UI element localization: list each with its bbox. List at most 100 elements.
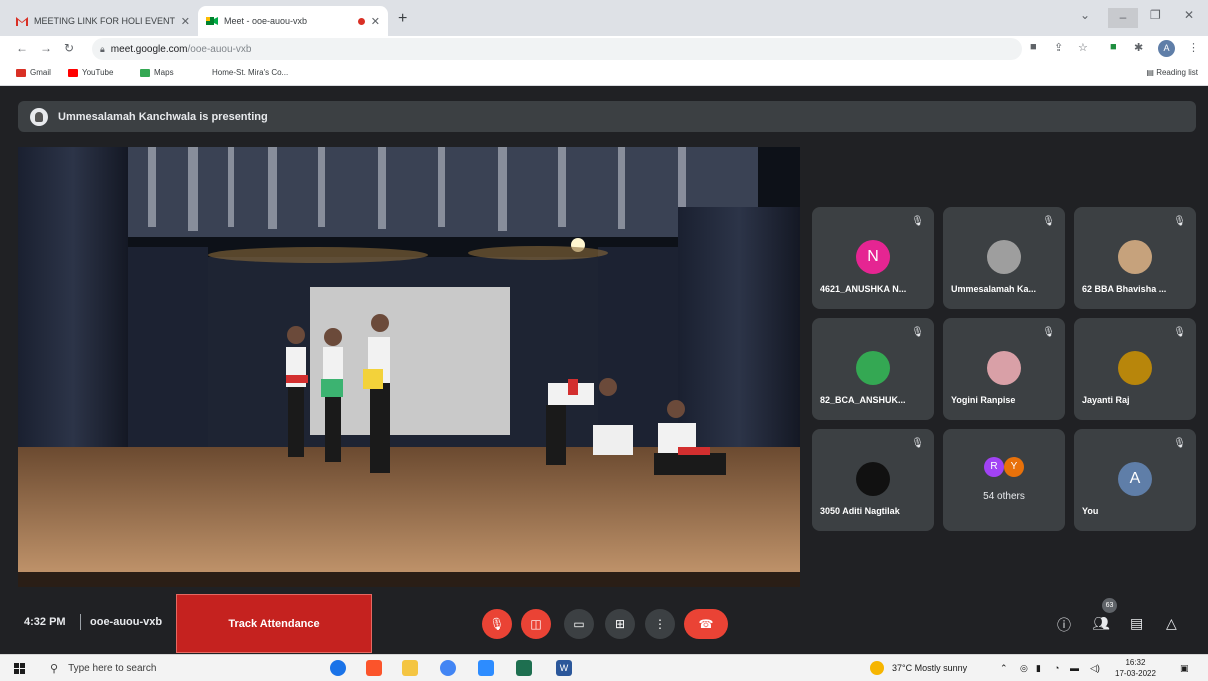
back-button[interactable]: ← (16, 41, 28, 55)
weather-text[interactable]: 37°C Mostly sunny (892, 663, 967, 673)
participant-tile[interactable]: 🎙︎ 3050 Aditi Nagtilak (812, 429, 934, 531)
mic-off-icon: 🎙︎ (1173, 216, 1186, 227)
address-bar[interactable]: 🔒︎ meet.google.com /ooe-auou-vxb (92, 38, 1022, 60)
tab-gmail[interactable]: MEETING LINK FOR HOLI EVENT ✕ (8, 6, 198, 36)
activities-icon[interactable]: △ (1166, 615, 1177, 632)
battery-icon[interactable]: ▬ (1070, 663, 1079, 673)
word-icon[interactable]: W (556, 660, 572, 676)
participant-name: 4621_ANUSHKA N... (820, 284, 907, 294)
tray-app-icon[interactable]: ▮ (1036, 663, 1041, 674)
wifi-icon[interactable]: ◔ (1054, 663, 1059, 673)
taskbar-search[interactable]: ⚲ Type here to search (42, 658, 300, 679)
avatar (856, 462, 890, 496)
close-window-button[interactable]: ✕ (1184, 8, 1194, 22)
bookmark-st-miras[interactable]: Home-St. Mira's Co... (212, 68, 288, 77)
clock-time: 16:32 (1125, 658, 1146, 667)
file-explorer-icon[interactable] (402, 660, 418, 676)
search-placeholder: Type here to search (68, 663, 157, 674)
meeting-code: ooe-auou-vxb (90, 616, 163, 628)
reading-list-label: Reading list (1156, 68, 1198, 77)
avatar (1118, 240, 1152, 274)
browser-tab-strip: MEETING LINK FOR HOLI EVENT ✕ Meet - ooe… (0, 0, 1208, 36)
extensions-puzzle-icon[interactable]: ✱ (1134, 41, 1143, 54)
profile-avatar[interactable]: A (1158, 40, 1175, 57)
present-screen-button[interactable]: ⊞ (605, 609, 635, 639)
camera-off-button[interactable]: ◫ (521, 609, 551, 639)
menu-kebab-icon[interactable]: ⋮ (1188, 41, 1199, 54)
close-tab-icon[interactable]: ✕ (371, 15, 380, 28)
participant-name: 3050 Aditi Nagtilak (820, 506, 900, 516)
avatar (1118, 351, 1152, 385)
participant-tile[interactable]: 🎙︎ 62 BBA Bhavisha ... (1074, 207, 1196, 309)
weather-icon (870, 661, 884, 675)
notifications-icon[interactable]: ▣ (1180, 663, 1189, 674)
bookmark-label: Maps (154, 68, 174, 77)
participant-name: Jayanti Raj (1082, 395, 1130, 405)
bookmark-label: YouTube (82, 68, 114, 77)
chat-icon[interactable]: ▤ (1130, 615, 1143, 632)
forward-button[interactable]: → (40, 41, 52, 55)
presentation-video[interactable] (18, 147, 800, 587)
mic-off-icon: 🎙︎ (911, 438, 924, 449)
avatar: Y (1004, 457, 1024, 477)
avatar: N (856, 240, 890, 274)
url-host: meet.google.com (110, 43, 188, 55)
zoom-icon[interactable] (478, 660, 494, 676)
reading-list-button[interactable]: ▤ Reading list (1146, 68, 1198, 77)
tab-title: Meet - ooe-auou-vxb (224, 16, 308, 26)
extension-icon[interactable]: ■ (1110, 41, 1117, 53)
participant-tile[interactable]: 🎙︎ Ummesalamah Ka... (943, 207, 1065, 309)
bookmark-maps[interactable]: Maps (140, 68, 174, 77)
mic-off-icon: 🎙︎ (1042, 327, 1055, 338)
others-tile[interactable]: R Y 54 others (943, 429, 1065, 531)
participant-tile[interactable]: 🎙︎ N 4621_ANUSHKA N... (812, 207, 934, 309)
self-tile[interactable]: 🎙︎ A You (1074, 429, 1196, 531)
participant-name: Ummesalamah Ka... (951, 284, 1037, 294)
taskbar-clock[interactable]: 16:32 17-03-2022 (1115, 657, 1156, 679)
reading-list-icon: ▤ (1146, 68, 1157, 77)
participant-tile[interactable]: 🎙︎ 82_BCA_ANSHUK... (812, 318, 934, 420)
url-path: /ooe-auou-vxb (187, 43, 252, 55)
leave-call-button[interactable]: ☎︎ (684, 609, 728, 639)
chrome-icon[interactable] (440, 660, 456, 676)
participant-tile[interactable]: 🎙︎ Jayanti Raj (1074, 318, 1196, 420)
people-icon[interactable]: 👥︎ (1092, 615, 1110, 632)
participant-tile[interactable]: 🎙︎ Yogini Ranpise (943, 318, 1065, 420)
mic-off-icon: 🎙︎ (1173, 438, 1186, 449)
tab-meet[interactable]: Meet - ooe-auou-vxb ✕ (198, 6, 388, 36)
new-tab-button[interactable]: + (398, 10, 407, 28)
bookmark-star-icon[interactable]: ☆ (1078, 41, 1088, 54)
meet-icon (206, 16, 218, 26)
bookmark-youtube[interactable]: YouTube (68, 68, 113, 77)
more-options-button[interactable]: ⋮ (645, 609, 675, 639)
reload-button[interactable]: ↻ (64, 41, 74, 55)
windows-start-icon[interactable] (14, 663, 25, 674)
tray-app-icon[interactable]: ◎ (1020, 663, 1028, 674)
browser-toolbar: ← → ↻ 🔒︎ meet.google.com /ooe-auou-vxb ■… (0, 36, 1208, 62)
bookmark-label: Gmail (30, 68, 51, 77)
meeting-details-icon[interactable]: ⓘ (1057, 615, 1071, 635)
captions-button[interactable]: ▭ (564, 609, 594, 639)
maps-icon (140, 68, 150, 77)
avatar: A (1118, 462, 1152, 496)
mic-off-button[interactable]: 🎙︎ (482, 609, 512, 639)
tray-expand-icon[interactable]: ⌃ (1000, 663, 1008, 674)
gmail-icon (16, 68, 26, 77)
camera-in-use-icon[interactable]: ■ (1030, 41, 1037, 53)
volume-icon[interactable]: ◁) (1090, 663, 1100, 674)
minimize-button[interactable]: – (1108, 8, 1138, 28)
app-icon[interactable] (516, 660, 532, 676)
restore-button[interactable]: ❐ (1150, 8, 1161, 22)
bookmark-label: Home-St. Mira's Co... (212, 68, 289, 77)
divider (80, 614, 81, 630)
track-attendance-button[interactable]: Track Attendance (176, 594, 372, 653)
share-icon[interactable]: ⇪ (1054, 41, 1063, 54)
brave-icon[interactable] (366, 660, 382, 676)
tab-search-icon[interactable]: ⌄ (1080, 8, 1090, 22)
cortana-icon[interactable] (330, 660, 346, 676)
mic-off-icon: 🎙︎ (1173, 327, 1186, 338)
participant-name: 62 BBA Bhavisha ... (1082, 284, 1167, 294)
mic-off-icon: 🎙︎ (911, 216, 924, 227)
close-tab-icon[interactable]: ✕ (181, 15, 190, 28)
bookmark-gmail[interactable]: Gmail (16, 68, 51, 77)
